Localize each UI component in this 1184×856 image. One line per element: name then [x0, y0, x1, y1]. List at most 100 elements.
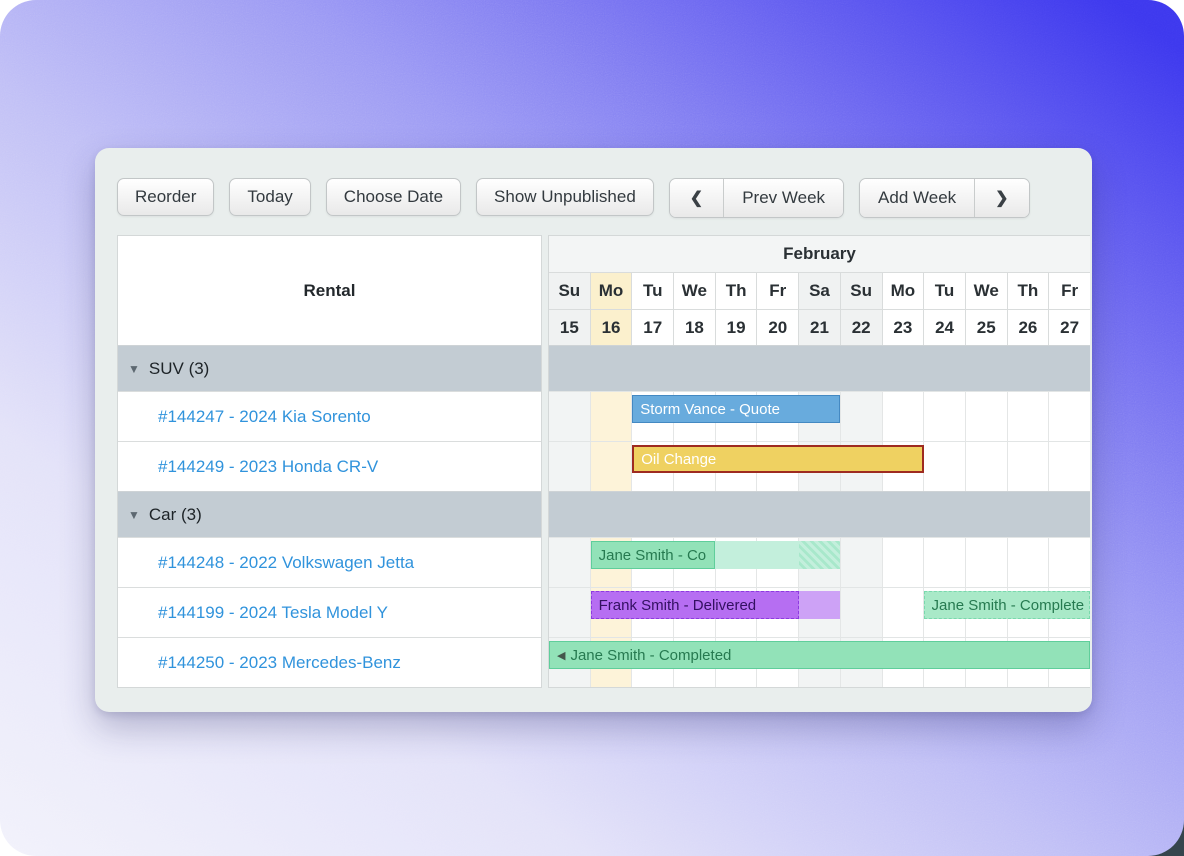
grid-group-row [549, 345, 1090, 391]
rental-row: #144249 - 2023 Honda CR-V [118, 441, 541, 491]
continues-left-icon: ◀ [557, 649, 565, 662]
reorder-button[interactable]: Reorder [117, 178, 214, 216]
day-of-week-cell: Fr [756, 273, 798, 309]
day-of-week-row: SuMoTuWeThFrSaSuMoTuWeThFr [549, 273, 1090, 309]
day-cell[interactable] [965, 392, 1007, 441]
day-cell[interactable] [840, 392, 882, 441]
day-cell[interactable] [1048, 538, 1090, 587]
event-bar-label: Oil Change [641, 451, 716, 468]
date-cell: 15 [549, 310, 590, 345]
event-bar[interactable]: Jane Smith - Complete [924, 591, 1090, 619]
scheduler-card: Reorder Today Choose Date Show Unpublish… [95, 148, 1092, 712]
rental-link[interactable]: #144247 - 2024 Kia Sorento [158, 407, 371, 427]
day-cell[interactable] [840, 538, 882, 587]
date-cell: 23 [882, 310, 924, 345]
day-cell[interactable] [965, 442, 1007, 491]
event-bar[interactable]: Oil Change [632, 445, 923, 473]
prev-week-button[interactable]: Prev Week [723, 179, 843, 217]
day-cell[interactable] [1048, 442, 1090, 491]
rental-link[interactable]: #144250 - 2023 Mercedes-Benz [158, 653, 401, 673]
rental-row: #144250 - 2023 Mercedes-Benz [118, 637, 541, 687]
day-cell[interactable] [1007, 392, 1049, 441]
schedule-row: Storm Vance - Quote [549, 391, 1090, 441]
day-cell[interactable] [923, 538, 965, 587]
prev-week-chevron-icon[interactable]: ❮ [670, 179, 723, 217]
rental-link[interactable]: #144248 - 2022 Volkswagen Jetta [158, 553, 414, 573]
event-bar[interactable]: Frank Smith - Delivered [591, 591, 799, 619]
day-cell[interactable] [882, 588, 924, 637]
event-bar-segment[interactable] [715, 541, 798, 569]
day-of-week-cell: Su [840, 273, 882, 309]
day-cell[interactable] [590, 442, 632, 491]
day-cell[interactable] [923, 442, 965, 491]
schedule-rows: Storm Vance - Quote Oil Change Jane Smith … [549, 345, 1090, 687]
schedule-row: Oil Change [549, 441, 1090, 491]
day-cell[interactable] [882, 392, 924, 441]
rental-link[interactable]: #144199 - 2024 Tesla Model Y [158, 603, 388, 623]
day-cell[interactable] [549, 538, 590, 587]
day-of-week-cell: We [965, 273, 1007, 309]
date-cell: 22 [840, 310, 882, 345]
day-cell[interactable] [549, 442, 590, 491]
rental-list-panel: Rental ▼ SUV (3) #144247 - 2024 Kia Sorent… [117, 235, 542, 688]
toolbar: Reorder Today Choose Date Show Unpublish… [117, 178, 1030, 218]
day-cell[interactable] [882, 538, 924, 587]
group-row[interactable]: ▼ Car (3) [118, 491, 541, 537]
event-bar-label: Jane Smith - Co [599, 547, 707, 564]
day-cell[interactable] [590, 392, 632, 441]
day-of-week-cell: Th [1007, 273, 1049, 309]
event-bar[interactable]: Storm Vance - Quote [632, 395, 840, 423]
day-cell[interactable] [923, 392, 965, 441]
rental-rows: ▼ SUV (3) #144247 - 2024 Kia Sorento #14424… [118, 345, 541, 687]
event-bar[interactable]: ◀ Jane Smith - Completed [549, 641, 1090, 669]
collapse-triangle-icon: ▼ [128, 362, 140, 376]
day-cell[interactable] [840, 588, 882, 637]
event-bar-label: Jane Smith - Complete [932, 597, 1085, 614]
day-of-week-cell: Su [549, 273, 590, 309]
rental-row: #144248 - 2022 Volkswagen Jetta [118, 537, 541, 587]
date-cell: 21 [798, 310, 840, 345]
day-cell[interactable] [1007, 538, 1049, 587]
group-row[interactable]: ▼ SUV (3) [118, 345, 541, 391]
day-cell[interactable] [549, 588, 590, 637]
date-cell: 16 [590, 310, 632, 345]
grid-group-row [549, 491, 1090, 537]
event-bar-label: Frank Smith - Delivered [599, 597, 757, 614]
rental-row: #144199 - 2024 Tesla Model Y [118, 587, 541, 637]
event-bar-segment[interactable] [799, 541, 841, 569]
day-cell[interactable] [1048, 392, 1090, 441]
date-cell: 17 [631, 310, 673, 345]
day-of-week-cell: Th [715, 273, 757, 309]
date-cell: 19 [715, 310, 757, 345]
group-label: SUV (3) [149, 359, 209, 379]
date-cell: 20 [756, 310, 798, 345]
day-of-week-cell: Tu [631, 273, 673, 309]
event-bar-label: Storm Vance - Quote [640, 401, 780, 418]
add-week-button[interactable]: Add Week [860, 179, 974, 217]
day-cell[interactable] [965, 538, 1007, 587]
date-cell: 27 [1048, 310, 1090, 345]
schedule-row: ◀ Jane Smith - Completed [549, 637, 1090, 687]
schedule-row: Jane Smith - Co [549, 537, 1090, 587]
date-cell: 25 [965, 310, 1007, 345]
day-cell[interactable] [549, 392, 590, 441]
next-week-chevron-icon[interactable]: ❯ [974, 179, 1028, 217]
add-week-group: Add Week ❯ [859, 178, 1030, 218]
month-header: February [549, 236, 1090, 273]
day-of-week-cell: Tu [923, 273, 965, 309]
event-bar-segment[interactable] [799, 591, 841, 619]
rental-row: #144247 - 2024 Kia Sorento [118, 391, 541, 441]
collapse-triangle-icon: ▼ [128, 508, 140, 522]
day-cell[interactable] [1007, 442, 1049, 491]
rental-link[interactable]: #144249 - 2023 Honda CR-V [158, 457, 378, 477]
date-cell: 18 [673, 310, 715, 345]
show-unpublished-button[interactable]: Show Unpublished [476, 178, 654, 216]
day-of-week-cell: Mo [882, 273, 924, 309]
day-of-week-cell: We [673, 273, 715, 309]
event-bar-label: Jane Smith - Completed [570, 647, 731, 664]
event-bar[interactable]: Jane Smith - Co [591, 541, 716, 569]
rental-column-header: Rental [118, 236, 541, 345]
group-label: Car (3) [149, 505, 202, 525]
choose-date-button[interactable]: Choose Date [326, 178, 461, 216]
today-button[interactable]: Today [229, 178, 310, 216]
